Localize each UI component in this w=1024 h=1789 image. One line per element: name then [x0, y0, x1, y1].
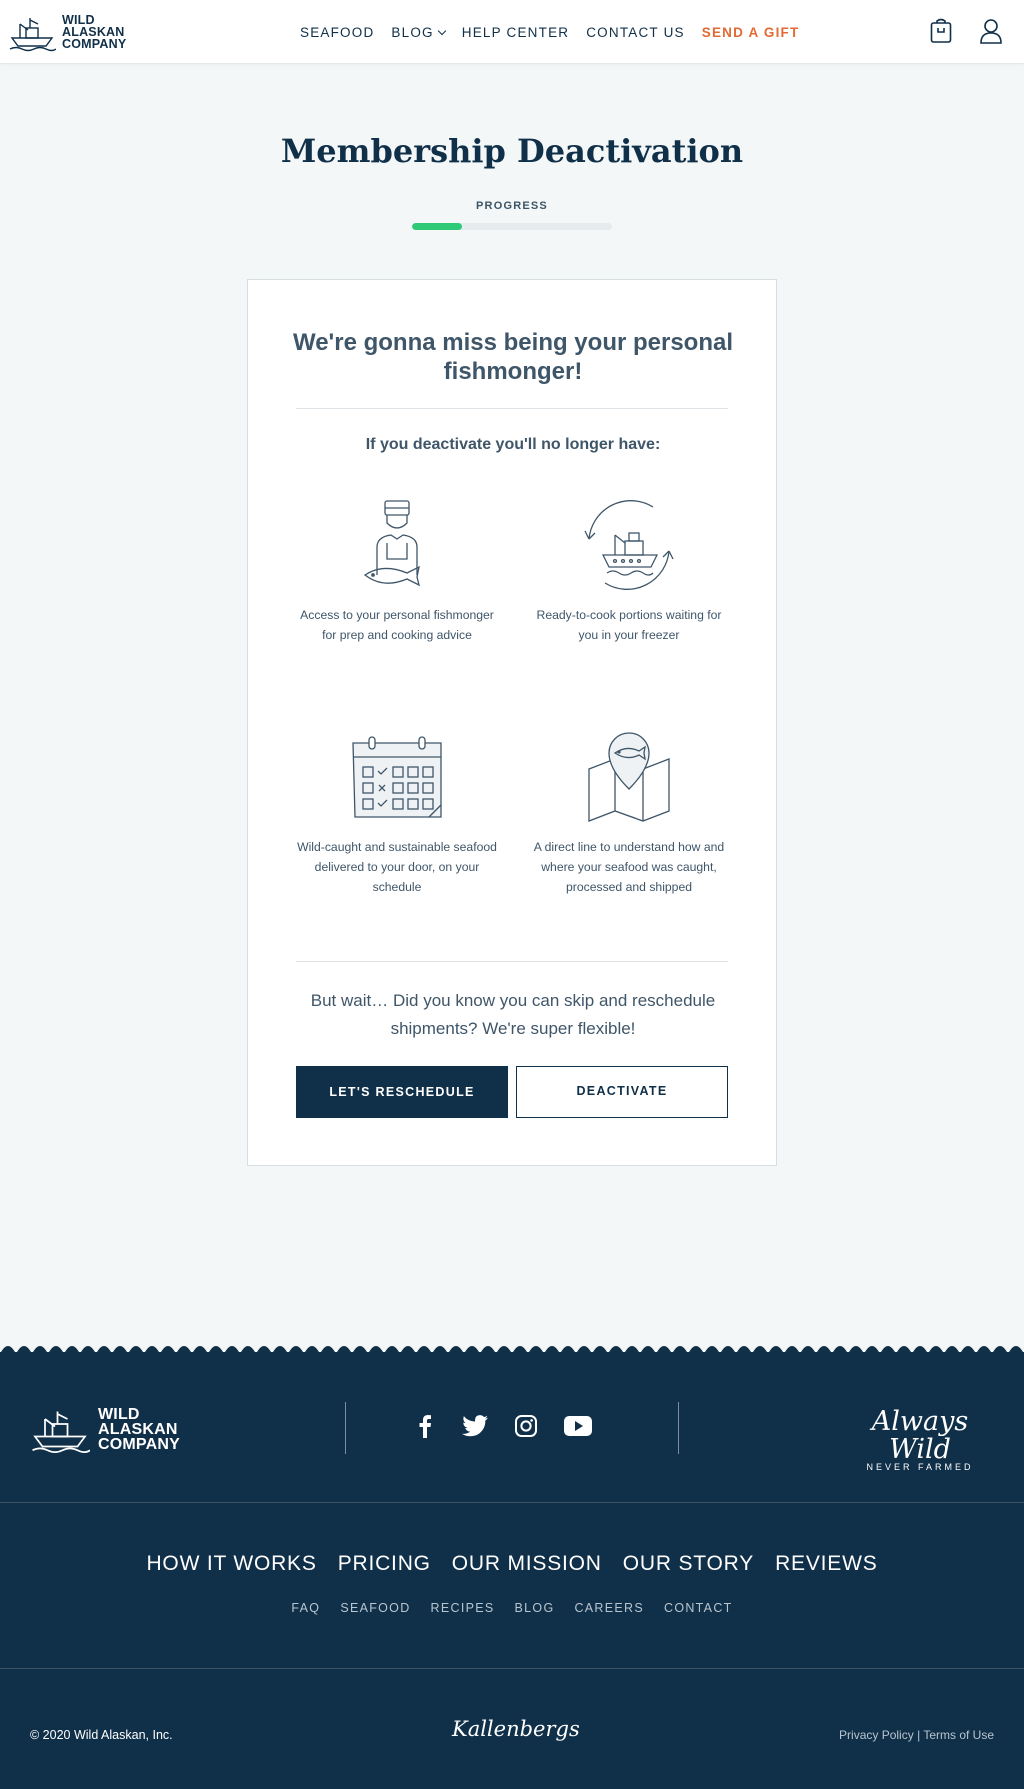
- card-heading: We're gonna miss being your personal fis…: [292, 329, 734, 385]
- footer-link-our-story[interactable]: OUR STORY: [623, 1552, 754, 1576]
- benefit-item: Wild-caught and sustainable seafood deli…: [297, 727, 497, 897]
- footer-link-reviews[interactable]: REVIEWS: [775, 1552, 877, 1576]
- facebook-icon[interactable]: [414, 1414, 436, 1443]
- nav-blog-label: BLOG: [391, 24, 434, 40]
- page-title: Membership Deactivation: [280, 132, 744, 170]
- tagline-small: NEVER FARMED: [866, 1462, 974, 1472]
- youtube-icon[interactable]: [564, 1416, 592, 1441]
- calendar-icon: [352, 736, 442, 818]
- terms-of-use-link[interactable]: Terms of Use: [923, 1728, 994, 1742]
- fishing-boat-logo-icon: [32, 1411, 90, 1453]
- progress-bar: [412, 223, 612, 230]
- logo-text: WILD ALASKAN COMPANY: [62, 13, 127, 51]
- footer-link-contact[interactable]: CONTACT: [664, 1601, 733, 1615]
- legal-links: Privacy Policy | Terms of Use: [839, 1728, 994, 1742]
- deactivation-card: We're gonna miss being your personal fis…: [247, 279, 777, 1166]
- footer-main-nav: HOW IT WORKS PRICING OUR MISSION OUR STO…: [0, 1552, 1024, 1576]
- reschedule-prompt: But wait… Did you know you can skip and …: [310, 991, 716, 1038]
- fishing-boat-logo-icon: [9, 18, 56, 52]
- progress-label: PROGRESS: [476, 200, 548, 212]
- footer-link-careers[interactable]: CAREERS: [574, 1601, 644, 1615]
- nav-send-a-gift[interactable]: SEND A GIFT: [702, 25, 800, 40]
- benefit-item: Ready-to-cook portions waiting for you i…: [529, 495, 729, 645]
- deactivate-button[interactable]: DEACTIVATE: [516, 1066, 728, 1118]
- benefit-text: Wild-caught and sustainable seafood deli…: [297, 840, 497, 894]
- nav-contact-us[interactable]: CONTACT US: [586, 25, 685, 40]
- fishing-boat-icon: [584, 500, 674, 590]
- divider: [296, 408, 728, 409]
- footer-link-blog[interactable]: BLOG: [515, 1601, 555, 1615]
- instagram-icon[interactable]: [514, 1414, 538, 1443]
- footer-link-recipes[interactable]: RECIPES: [431, 1601, 495, 1615]
- shopping-bag-icon[interactable]: [929, 18, 953, 49]
- main-nav: SEAFOOD BLOG HELP CENTER CONTACT US SEND…: [300, 0, 816, 64]
- divider: [345, 1402, 346, 1454]
- tagline-script: Always Wild: [871, 1406, 969, 1465]
- social-links: [414, 1414, 592, 1443]
- chevron-down-icon: [437, 26, 446, 35]
- divider: [0, 1502, 1024, 1503]
- benefit-text: Ready-to-cook portions waiting for you i…: [536, 608, 722, 642]
- footer-link-pricing[interactable]: PRICING: [338, 1552, 431, 1576]
- legal-separator: |: [917, 1728, 921, 1742]
- reschedule-button[interactable]: LET'S RESCHEDULE: [296, 1066, 508, 1118]
- always-wild-tagline: Always Wild NEVER FARMED: [842, 1406, 998, 1473]
- progress-bar-fill: [412, 223, 462, 230]
- user-icon[interactable]: [979, 18, 1003, 49]
- nav-help-center[interactable]: HELP CENTER: [462, 25, 569, 40]
- site-header: WILD ALASKAN COMPANY SEAFOOD BLOG HELP C…: [0, 0, 1024, 64]
- kallenbergs-credit[interactable]: Kallenbergs: [452, 1717, 580, 1741]
- footer-sub-nav: FAQ SEAFOOD RECIPES BLOG CAREERS CONTACT: [0, 1601, 1024, 1615]
- wild-alaskan-logo[interactable]: WILD ALASKAN COMPANY: [8, 12, 126, 52]
- privacy-policy-link[interactable]: Privacy Policy: [839, 1728, 914, 1742]
- nav-blog[interactable]: BLOG: [391, 24, 446, 40]
- benefit-item: Access to your personal fishmonger for p…: [297, 495, 497, 645]
- divider: [678, 1402, 679, 1454]
- copyright: © 2020 Wild Alaskan, Inc.: [30, 1728, 173, 1742]
- footer-link-how-it-works[interactable]: HOW IT WORKS: [146, 1552, 316, 1576]
- benefit-text: A direct line to understand how and wher…: [533, 840, 725, 894]
- footer-logo[interactable]: WILD ALASKAN COMPANY: [30, 1404, 180, 1454]
- footer-link-our-mission[interactable]: OUR MISSION: [452, 1552, 602, 1576]
- twitter-icon[interactable]: [462, 1415, 488, 1442]
- fishmonger-icon: [363, 500, 420, 587]
- map-pin-fish-icon: [588, 732, 670, 822]
- footer-logo-text: WILD ALASKAN COMPANY: [98, 1405, 180, 1453]
- nav-seafood[interactable]: SEAFOOD: [300, 25, 374, 40]
- footer-link-seafood[interactable]: SEAFOOD: [340, 1601, 410, 1615]
- benefit-item: A direct line to understand how and wher…: [529, 727, 729, 897]
- benefit-text: Access to your personal fishmonger for p…: [300, 608, 494, 642]
- divider: [296, 961, 728, 962]
- divider: [0, 1668, 1024, 1669]
- card-subheading: If you deactivate you'll no longer have:: [365, 436, 661, 453]
- footer-link-faq[interactable]: FAQ: [291, 1601, 320, 1615]
- site-footer: WILD ALASKAN COMPANY Always Wild NEVER F…: [0, 1352, 1024, 1789]
